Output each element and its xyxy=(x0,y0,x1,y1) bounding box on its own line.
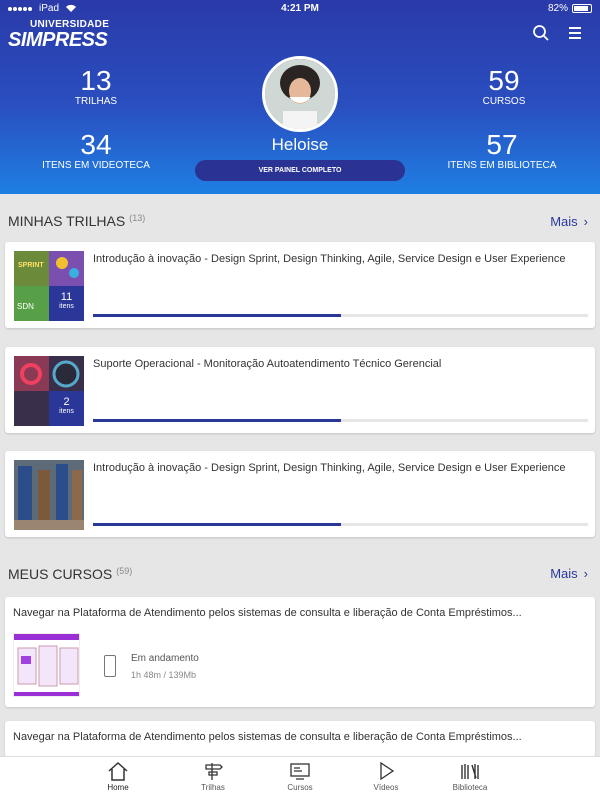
trail-item-count: 11 itens xyxy=(49,286,84,321)
stat-label: ITENS EM BIBLIOTECA xyxy=(447,160,557,171)
course-meta: 1h 48m / 139Mb xyxy=(131,670,197,680)
trail-progress-bar xyxy=(93,314,588,317)
tab-label: Trilhas xyxy=(201,783,225,792)
course-title: Navegar na Plataforma de Atendimento pel… xyxy=(13,731,522,743)
trail-count-value: 2 xyxy=(63,396,70,408)
trail-progress-fill xyxy=(93,314,341,317)
trail-progress-fill xyxy=(93,523,341,526)
trail-title: Suporte Operacional - Monitoração Autoat… xyxy=(93,358,442,370)
menu-icon[interactable] xyxy=(566,24,584,42)
tab-label: Biblioteca xyxy=(452,783,488,792)
signpost-icon xyxy=(205,763,223,780)
brand-line2: SIMPRESS xyxy=(8,29,108,51)
course-card[interactable]: Navegar na Plataforma de Atendimento pel… xyxy=(5,721,595,757)
chevron-right-icon: › xyxy=(583,566,588,581)
trail-thumbnail: SPRINT SDN 11 itens xyxy=(14,251,84,321)
trail-count-label: itens xyxy=(59,408,74,415)
tab-label: Cursos xyxy=(287,783,313,792)
course-title: Navegar na Plataforma de Atendimento pel… xyxy=(13,607,522,619)
warehouse-image xyxy=(14,460,84,530)
trail-progress-bar xyxy=(93,523,588,526)
stat-value: 13 xyxy=(80,65,112,96)
trail-count-value: 11 xyxy=(60,291,73,303)
courses-count: (59) xyxy=(116,566,133,576)
status-bar: iPad 4:21 PM 82% xyxy=(0,0,600,18)
trails-more-link[interactable]: Mais › xyxy=(550,214,588,229)
courses-more-link[interactable]: Mais › xyxy=(550,566,588,581)
trail-progress-bar xyxy=(93,419,588,422)
tab-home[interactable]: Home xyxy=(88,761,148,792)
courses-section-title: MEUS CURSOS (59) xyxy=(8,566,132,582)
battery-icon xyxy=(572,4,592,13)
trail-item-count: 2 itens xyxy=(49,391,84,426)
trails-more-label: Mais xyxy=(550,214,578,229)
battery-percent: 82% xyxy=(547,3,568,14)
trail-thumbnail: 2 itens xyxy=(14,356,84,426)
tab-videos[interactable]: Vídeos xyxy=(356,761,416,792)
trail-card[interactable]: Introdução à inovação - Design Sprint, D… xyxy=(5,451,595,537)
mobile-device-icon xyxy=(104,655,116,677)
trails-title: MINHAS TRILHAS xyxy=(8,213,126,229)
trails-count: (13) xyxy=(129,213,146,223)
stat-trilhas[interactable]: 13 TRILHAS xyxy=(41,66,151,108)
chevron-right-icon: › xyxy=(583,214,588,229)
svg-text:SPRINT: SPRINT xyxy=(18,262,44,269)
stat-videoteca[interactable]: 34 ITENS EM VIDEOTECA xyxy=(41,130,151,172)
status-right: 82% xyxy=(548,3,592,14)
course-thumbnail xyxy=(13,633,80,697)
tab-trilhas[interactable]: Trilhas xyxy=(183,761,243,792)
stat-value: 59 xyxy=(488,65,520,96)
trail-count-label: itens xyxy=(59,303,74,310)
stat-label: TRILHAS xyxy=(74,96,118,107)
course-status: Em andamento xyxy=(131,653,199,664)
trail-title: Introdução à inovação - Design Sprint, D… xyxy=(93,253,566,265)
trail-thumbnail xyxy=(14,460,84,530)
brand-logo: UNIVERSIDADE SIMPRESS xyxy=(8,20,109,51)
avatar-photo xyxy=(265,59,335,129)
avatar[interactable] xyxy=(262,56,338,132)
stat-label: ITENS EM VIDEOTECA xyxy=(42,160,150,171)
svg-text:SDN: SDN xyxy=(17,302,34,311)
stat-biblioteca[interactable]: 57 ITENS EM BIBLIOTECA xyxy=(447,130,557,172)
courses-title: MEUS CURSOS xyxy=(8,566,113,582)
stat-label: CURSOS xyxy=(482,96,526,107)
course-card[interactable]: Navegar na Plataforma de Atendimento pel… xyxy=(5,597,595,707)
stat-value: 57 xyxy=(486,129,518,160)
course-screen-icon xyxy=(290,763,310,780)
bottom-tab-bar: Home Trilhas Cursos Vídeos Biblioteca xyxy=(0,756,600,800)
tab-label: Vídeos xyxy=(373,783,399,792)
profile-header: iPad 4:21 PM 82% UNIVERSIDADE SIMPRESS 1… xyxy=(0,0,600,194)
home-icon xyxy=(108,761,128,781)
stat-cursos[interactable]: 59 CURSOS xyxy=(449,66,559,108)
trail-title: Introdução à inovação - Design Sprint, D… xyxy=(93,462,566,474)
tab-biblioteca[interactable]: Biblioteca xyxy=(440,761,500,792)
tab-label: Home xyxy=(107,783,129,792)
trail-card[interactable]: SPRINT SDN 11 itens Introdução à inovaçã… xyxy=(5,242,595,328)
trail-progress-fill xyxy=(93,419,341,422)
trails-section-title: MINHAS TRILHAS (13) xyxy=(8,213,145,229)
view-full-panel-button[interactable]: VER PAINEL COMPLETO xyxy=(195,160,405,181)
stat-value: 34 xyxy=(80,129,112,160)
search-icon[interactable] xyxy=(532,24,550,42)
play-icon xyxy=(380,761,395,781)
books-icon xyxy=(461,764,479,779)
trail-card[interactable]: 2 itens Suporte Operacional - Monitoraçã… xyxy=(5,347,595,433)
status-time: 4:21 PM xyxy=(281,3,319,14)
tab-cursos[interactable]: Cursos xyxy=(270,761,330,792)
course-screens-image xyxy=(14,634,79,696)
profile-name: Heloise xyxy=(271,135,329,154)
courses-more-label: Mais xyxy=(550,566,578,581)
